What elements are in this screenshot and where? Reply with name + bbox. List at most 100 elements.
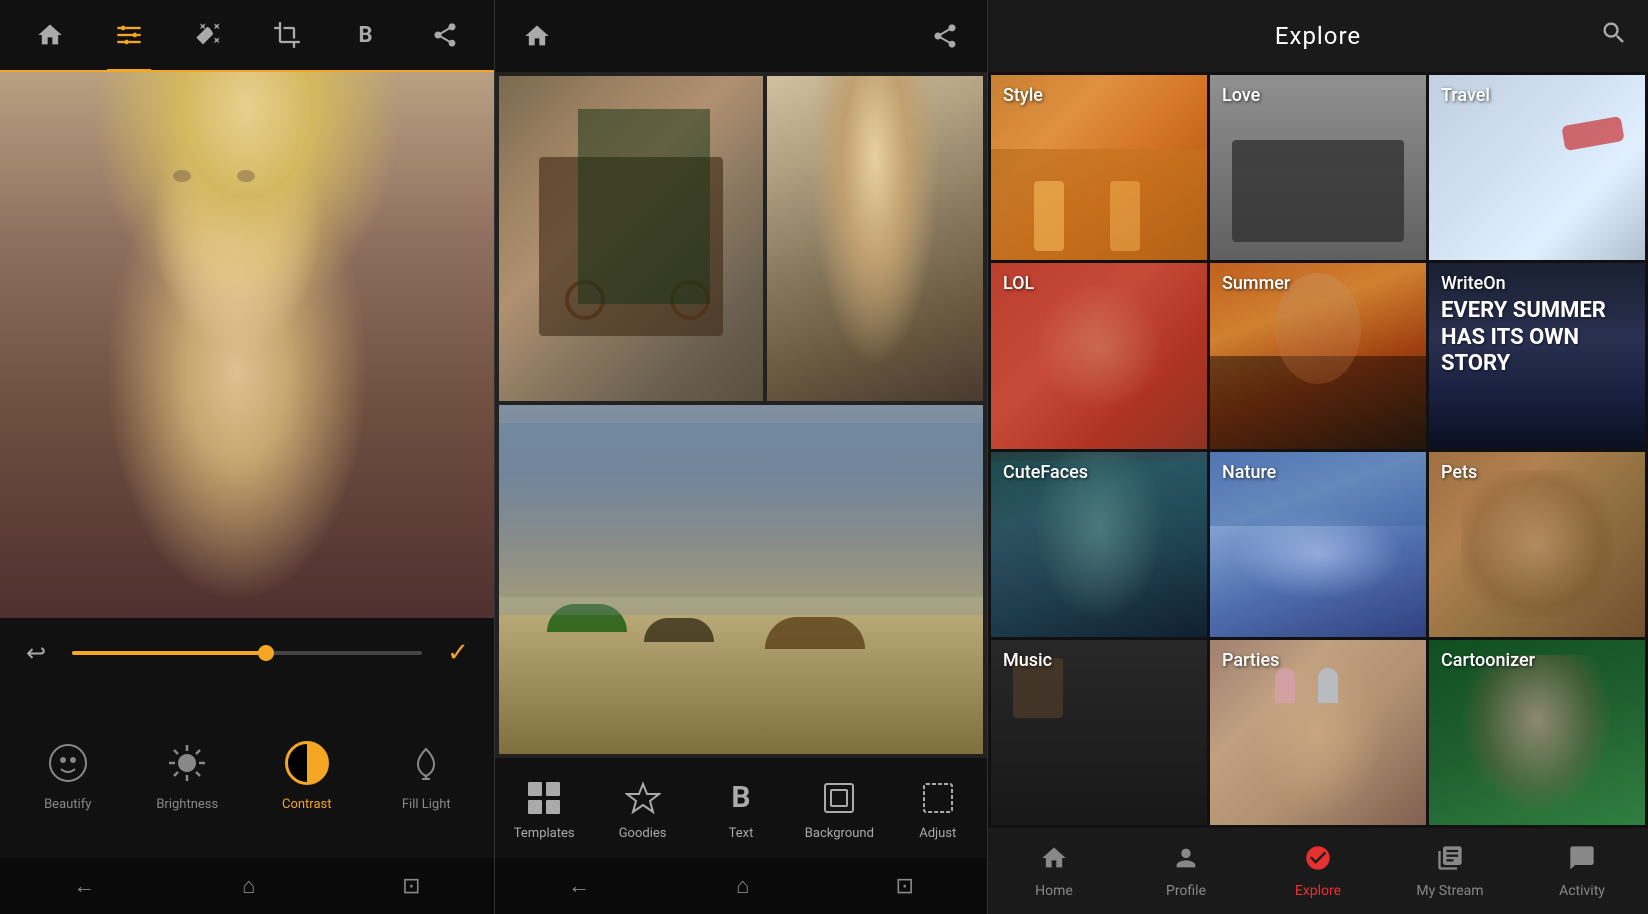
nature-label: Nature xyxy=(1222,462,1276,483)
slider-thumb[interactable] xyxy=(258,645,274,661)
collage-cell-boats[interactable] xyxy=(499,405,983,754)
adjustment-slider[interactable] xyxy=(72,651,422,655)
explore-tab-icon xyxy=(1304,844,1332,879)
goodies-label: Goodies xyxy=(619,826,667,841)
beautify-tool[interactable]: Beautify xyxy=(33,735,103,812)
beautify-label: Beautify xyxy=(44,797,91,812)
explore-cell-lol[interactable]: LOL xyxy=(991,263,1207,448)
mystream-tab-label: My Stream xyxy=(1416,883,1483,899)
templates-label: Templates xyxy=(514,826,575,841)
travel-label: Travel xyxy=(1441,85,1490,106)
collage-cell-bike[interactable] xyxy=(499,76,763,401)
love-label: Love xyxy=(1222,85,1260,106)
slider-fill xyxy=(72,651,265,655)
explore-title: Explore xyxy=(1275,22,1361,50)
lol-label: LOL xyxy=(1003,273,1034,294)
panel1-toolbar: B xyxy=(0,0,494,72)
collage-row-top xyxy=(499,76,983,401)
bottom-nav: Home Profile Explore xyxy=(988,828,1648,914)
undo-button[interactable]: ↩ xyxy=(16,633,56,673)
adjust-label: Adjust xyxy=(919,826,956,841)
brightness-label: Brightness xyxy=(156,797,218,812)
beautify-icon xyxy=(40,735,96,791)
nav-profile[interactable]: Profile xyxy=(1136,844,1236,899)
panel-photo-editor: B ↩ ✓ xyxy=(0,0,494,914)
home-nav-button[interactable]: ⌂ xyxy=(222,865,275,907)
style-label: Style xyxy=(1003,85,1043,106)
fill-light-tool[interactable]: Fill Light xyxy=(391,735,461,812)
nav-home[interactable]: Home xyxy=(1004,844,1104,899)
explore-cell-love[interactable]: Love xyxy=(1210,75,1426,260)
pets-label: Pets xyxy=(1441,462,1477,483)
parties-label: Parties xyxy=(1222,650,1279,671)
collage-cell-girl[interactable] xyxy=(767,76,983,401)
search-button[interactable] xyxy=(1600,19,1628,54)
adjust-tool[interactable]: Adjust xyxy=(898,776,978,841)
panel2-toolbar xyxy=(495,0,987,72)
panel2-recent-button[interactable]: ⊡ xyxy=(875,866,933,907)
panel2-back-button[interactable]: ← xyxy=(548,865,610,907)
fill-light-label: Fill Light xyxy=(402,797,451,812)
explore-cell-music[interactable]: Music xyxy=(991,640,1207,825)
writeon-label: WriteOn xyxy=(1441,273,1506,294)
activity-tab-icon xyxy=(1568,844,1596,879)
brightness-tool[interactable]: Brightness xyxy=(152,735,222,812)
profile-tab-icon xyxy=(1172,844,1200,879)
explore-cell-nature[interactable]: Nature xyxy=(1210,452,1426,637)
recent-button[interactable]: ⊡ xyxy=(382,866,440,907)
home-tab-label: Home xyxy=(1035,883,1073,899)
explore-cell-cartoonizer[interactable]: Cartoonizer xyxy=(1429,640,1645,825)
contrast-label: Contrast xyxy=(282,797,332,812)
confirm-button[interactable]: ✓ xyxy=(438,633,478,673)
panel-explore: Explore Style Love xyxy=(988,0,1648,914)
text-tool[interactable]: B Text xyxy=(701,776,781,841)
photo-background xyxy=(0,72,494,618)
music-label: Music xyxy=(1003,650,1052,671)
collage-row-bottom xyxy=(499,405,983,754)
fill-light-icon xyxy=(398,735,454,791)
explore-cell-writeon[interactable]: WriteOn EVERY SUMMER HAS ITS OWN STORY xyxy=(1429,263,1645,448)
explore-cell-cutefaces[interactable]: CuteFaces xyxy=(991,452,1207,637)
tools-row: Beautify Brightness xyxy=(0,688,494,858)
cartoonizer-label: Cartoonizer xyxy=(1441,650,1535,671)
explore-cell-parties[interactable]: Parties xyxy=(1210,640,1426,825)
bold-icon[interactable]: B xyxy=(344,13,388,57)
panel2-home-button[interactable]: ⌂ xyxy=(716,865,769,907)
cutefaces-label: CuteFaces xyxy=(1003,462,1088,483)
contrast-tool[interactable]: Contrast xyxy=(272,735,342,812)
share-icon[interactable] xyxy=(423,13,467,57)
explore-grid: Style Love Travel LOL xyxy=(988,72,1648,828)
panel2-home-icon[interactable] xyxy=(515,14,559,58)
profile-tab-label: Profile xyxy=(1166,883,1206,899)
summer-label: Summer xyxy=(1222,273,1290,294)
tune-icon[interactable] xyxy=(107,13,151,57)
home-icon[interactable] xyxy=(28,13,72,57)
explore-cell-summer[interactable]: Summer xyxy=(1210,263,1426,448)
activity-tab-label: Activity xyxy=(1559,883,1605,899)
nav-activity[interactable]: Activity xyxy=(1532,844,1632,899)
panel1-controls: ↩ ✓ Beautify xyxy=(0,618,494,858)
templates-tool[interactable]: Templates xyxy=(504,776,584,841)
nav-explore[interactable]: Explore xyxy=(1268,844,1368,899)
panel1-nav: ← ⌂ ⊡ xyxy=(0,858,494,914)
contrast-icon xyxy=(279,735,335,791)
nav-mystream[interactable]: My Stream xyxy=(1400,844,1500,899)
panel2-nav: ← ⌂ ⊡ xyxy=(495,858,987,914)
panel2-bottom-toolbar: Templates Goodies B Text Background xyxy=(495,758,987,858)
explore-cell-pets[interactable]: Pets xyxy=(1429,452,1645,637)
templates-icon xyxy=(522,776,566,820)
explore-tab-label: Explore xyxy=(1295,883,1341,899)
panel2-share-icon[interactable] xyxy=(923,14,967,58)
collage-area xyxy=(495,72,987,758)
auto-fix-icon[interactable] xyxy=(186,13,230,57)
brightness-icon xyxy=(159,735,215,791)
mystream-tab-icon xyxy=(1436,844,1464,879)
goodies-tool[interactable]: Goodies xyxy=(603,776,683,841)
crop-icon[interactable] xyxy=(265,13,309,57)
explore-cell-travel[interactable]: Travel xyxy=(1429,75,1645,260)
background-tool[interactable]: Background xyxy=(799,776,879,841)
background-icon xyxy=(817,776,861,820)
explore-cell-style[interactable]: Style xyxy=(991,75,1207,260)
home-tab-icon xyxy=(1040,844,1068,879)
back-button[interactable]: ← xyxy=(53,865,115,907)
